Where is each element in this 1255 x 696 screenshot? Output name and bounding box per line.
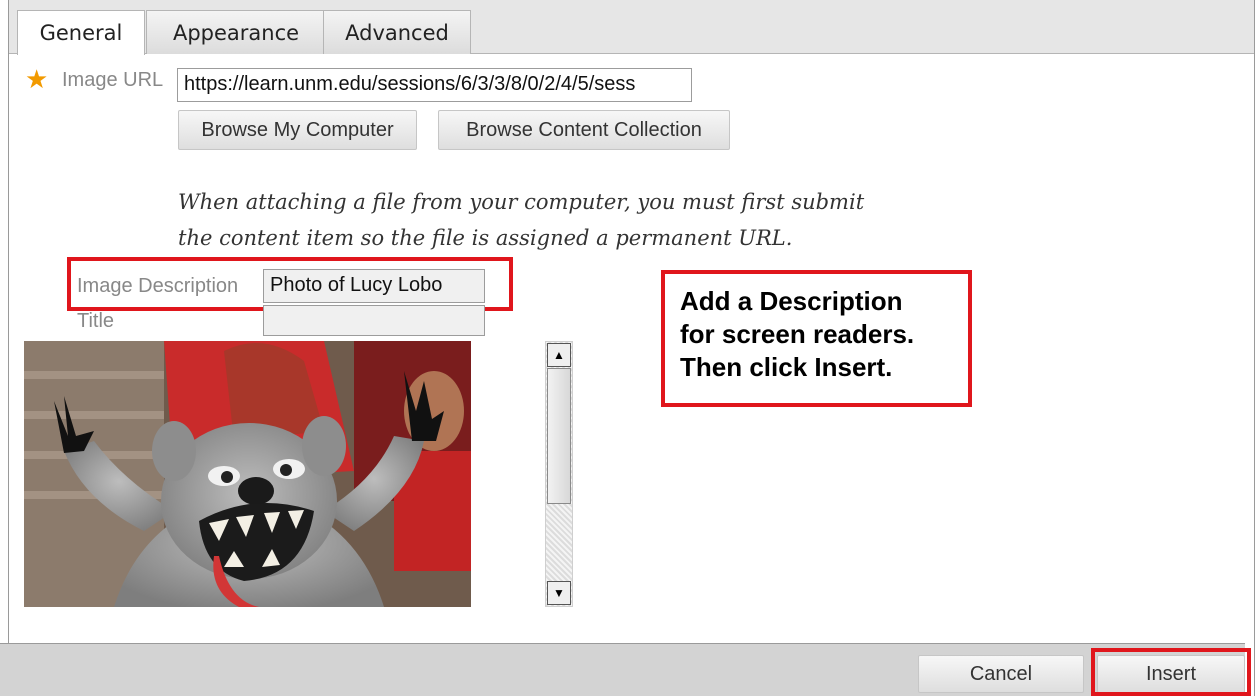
preview-scrollbar[interactable]: ▲ ▼ xyxy=(545,341,573,607)
tab-general[interactable]: General xyxy=(17,10,145,55)
tab-appearance[interactable]: Appearance xyxy=(146,10,326,54)
required-asterisk-icon: ★ xyxy=(25,64,49,94)
callout-line-2: for screen readers. xyxy=(680,319,915,349)
tab-advanced[interactable]: Advanced xyxy=(323,10,471,54)
callout-line-3: Then click Insert. xyxy=(680,352,893,382)
title-label: Title xyxy=(77,310,115,332)
tab-appearance-label: Appearance xyxy=(172,20,300,45)
instruction-callout-text: Add a Description for screen readers. Th… xyxy=(680,285,980,384)
image-preview xyxy=(24,341,471,607)
arrow-up-icon[interactable]: ▲ xyxy=(547,343,571,367)
arrow-down-icon[interactable]: ▼ xyxy=(547,581,571,605)
note-line-2: the content item so the file is assigned… xyxy=(178,226,793,250)
description-highlight-box xyxy=(67,257,513,311)
mascot-photo-image xyxy=(24,341,471,607)
tab-bar: General Appearance Advanced xyxy=(9,0,1254,55)
callout-line-1: Add a Description xyxy=(680,286,903,316)
attachment-note: When attaching a file from your computer… xyxy=(178,184,918,256)
image-url-input[interactable]: https://learn.unm.edu/sessions/6/3/3/8/0… xyxy=(177,68,692,102)
browse-content-collection-button[interactable]: Browse Content Collection xyxy=(438,110,730,150)
title-input[interactable] xyxy=(263,305,485,336)
tab-advanced-label: Advanced xyxy=(345,20,449,45)
scrollbar-thumb[interactable] xyxy=(547,368,571,504)
insert-highlight-box xyxy=(1091,648,1251,696)
image-url-label: Image URL xyxy=(62,69,164,91)
browse-my-computer-button[interactable]: Browse My Computer xyxy=(178,110,417,150)
cancel-button[interactable]: Cancel xyxy=(918,655,1084,693)
note-line-1: When attaching a file from your computer… xyxy=(178,190,865,214)
tab-general-label: General xyxy=(39,21,123,45)
